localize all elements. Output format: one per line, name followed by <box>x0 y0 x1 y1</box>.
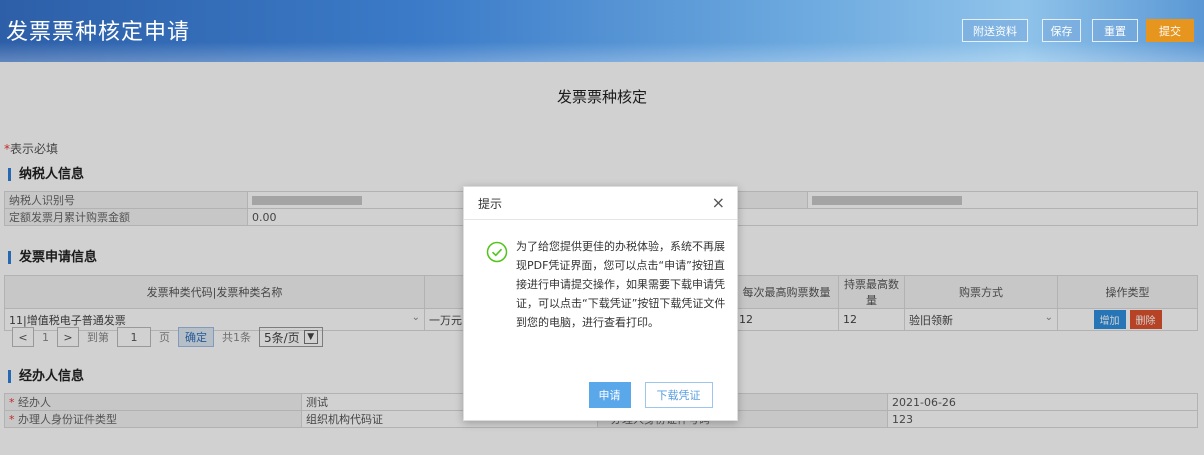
dialog-header: 提示 × <box>464 187 737 220</box>
tip-dialog: 提示 × 为了给您提供更佳的办税体验，系统不再展现PDF凭证界面，您可以点击“申… <box>463 186 738 421</box>
submit-button[interactable]: 提交 <box>1146 19 1194 42</box>
dialog-body: 为了给您提供更佳的办税体验，系统不再展现PDF凭证界面，您可以点击“申请”按钮直… <box>486 237 726 332</box>
reset-button[interactable]: 重置 <box>1092 19 1138 42</box>
app-header: 发票票种核定申请 附送资料 保存 重置 提交 <box>0 0 1204 62</box>
check-circle-icon <box>486 241 508 263</box>
dialog-message: 为了给您提供更佳的办税体验，系统不再展现PDF凭证界面，您可以点击“申请”按钮直… <box>516 240 726 329</box>
dialog-footer: 申请 下载凭证 <box>464 382 737 408</box>
download-voucher-button[interactable]: 下载凭证 <box>644 382 713 408</box>
save-button[interactable]: 保存 <box>1042 19 1081 42</box>
attach-docs-button[interactable]: 附送资料 <box>962 19 1028 42</box>
close-icon[interactable]: × <box>712 195 725 211</box>
page-title: 发票票种核定申请 <box>6 20 191 45</box>
dialog-title: 提示 <box>478 196 503 211</box>
apply-button[interactable]: 申请 <box>588 382 631 408</box>
